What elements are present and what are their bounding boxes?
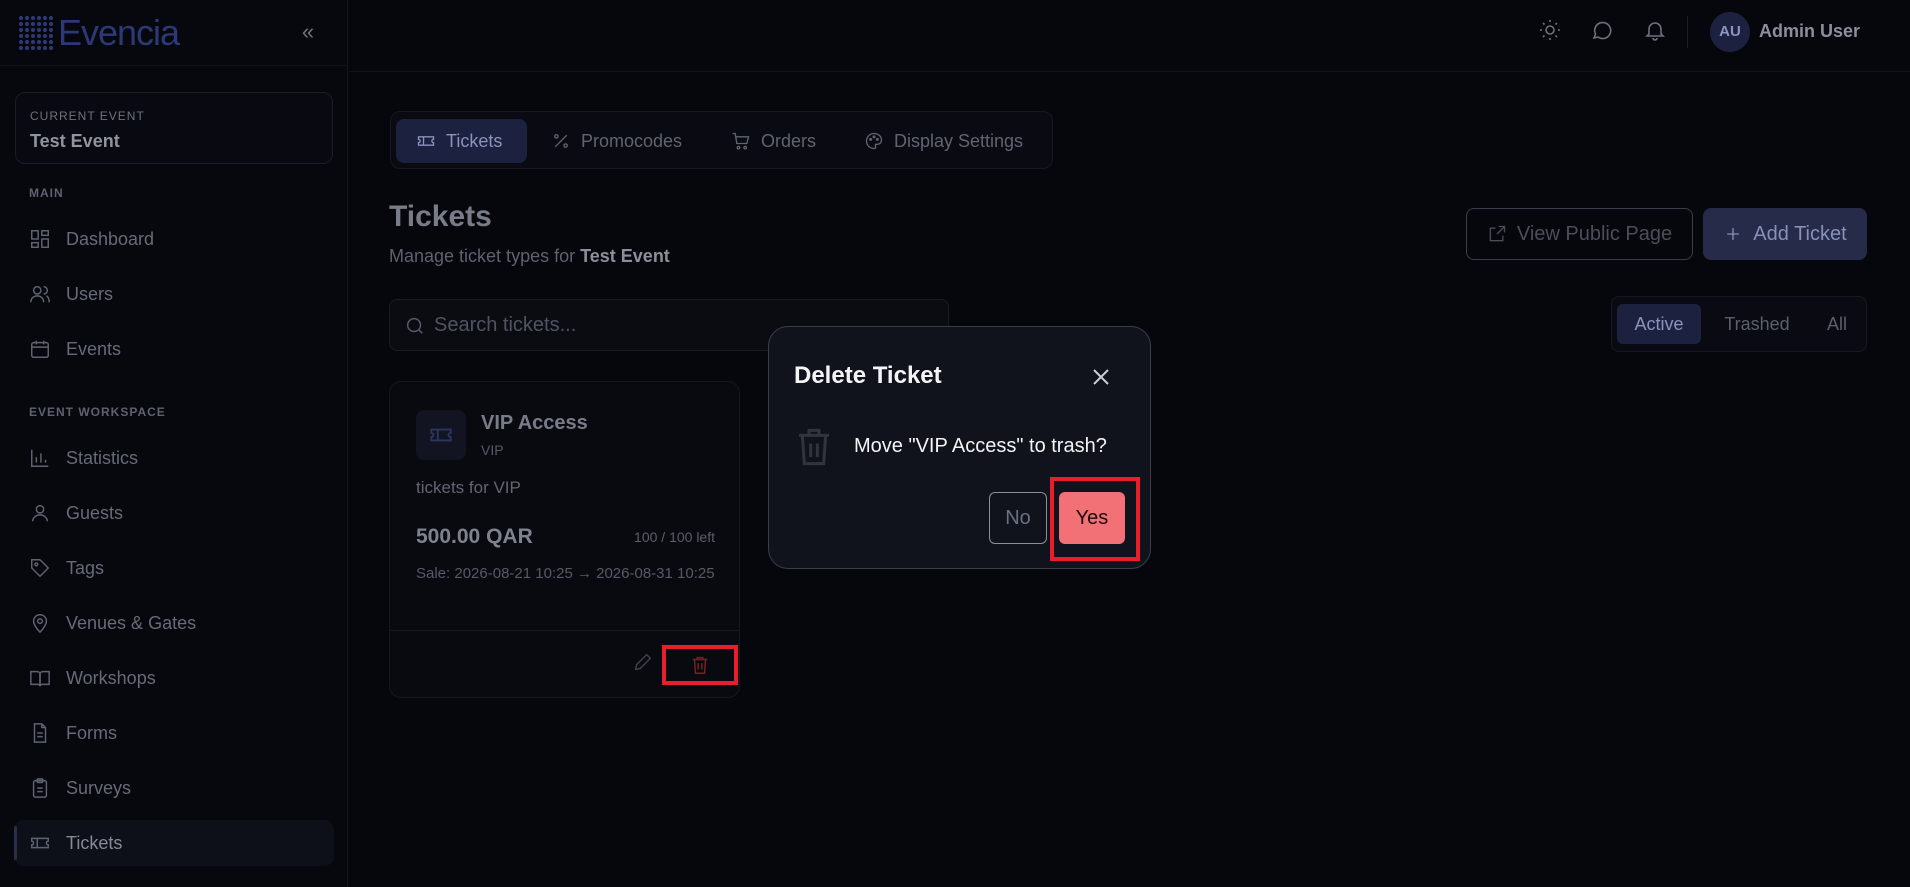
cart-icon xyxy=(732,132,750,150)
search-icon xyxy=(404,315,426,337)
current-event-label: CURRENT EVENT xyxy=(30,109,145,123)
sidebar-item-tags[interactable]: Tags xyxy=(14,545,334,591)
close-icon[interactable] xyxy=(1089,365,1113,389)
sidebar: Evencia « CURRENT EVENT Test Event MAIN … xyxy=(0,0,348,887)
dialog-title: Delete Ticket xyxy=(794,362,942,389)
no-button[interactable]: No xyxy=(989,492,1047,544)
ticket-icon xyxy=(417,136,435,146)
ticket-icon xyxy=(29,832,51,854)
calendar-icon xyxy=(29,338,51,360)
sidebar-item-label: Forms xyxy=(66,722,117,743)
app: Evencia « CURRENT EVENT Test Event MAIN … xyxy=(0,0,1910,887)
avatar[interactable]: AU xyxy=(1710,12,1750,52)
subtitle-event-name: Test Event xyxy=(580,246,670,266)
logo-row: Evencia « xyxy=(0,0,348,66)
sidebar-item-label: Users xyxy=(66,283,114,304)
chat-icon[interactable] xyxy=(1590,18,1614,42)
sidebar-item-label: Events xyxy=(66,338,122,359)
palette-icon xyxy=(865,132,883,150)
ticket-code: VIP xyxy=(481,442,504,458)
sidebar-item-events[interactable]: Events xyxy=(14,326,334,372)
sidebar-item-forms[interactable]: Forms xyxy=(14,710,334,756)
delete-ticket-dialog: Delete Ticket Move "VIP Access" to trash… xyxy=(768,326,1151,569)
external-link-icon xyxy=(1489,225,1506,242)
card-divider xyxy=(390,630,739,631)
tab-label: Promocodes xyxy=(581,130,683,151)
sidebar-item-statistics[interactable]: Statistics xyxy=(14,435,334,481)
topbar-divider xyxy=(1687,16,1688,48)
topbar: AU Admin User xyxy=(349,0,1910,72)
map-pin-icon xyxy=(29,612,51,634)
ticket-name: VIP Access xyxy=(481,412,588,434)
tab-display-settings[interactable]: Display Settings xyxy=(864,119,1044,163)
sidebar-item-tickets[interactable]: Tickets xyxy=(14,820,334,866)
tab-label: Display Settings xyxy=(894,130,1024,151)
page-subtitle: Manage ticket types for Test Event xyxy=(389,246,670,267)
plus-icon xyxy=(1727,228,1740,240)
dialog-message: Move "VIP Access" to trash? xyxy=(854,435,1107,457)
user-name[interactable]: Admin User xyxy=(1759,21,1860,42)
sidebar-item-label: Workshops xyxy=(66,667,156,688)
page-title: Tickets xyxy=(389,200,492,233)
clipboard-icon xyxy=(29,777,51,799)
sidebar-item-label: Statistics xyxy=(66,447,139,468)
current-event-card[interactable]: CURRENT EVENT Test Event xyxy=(15,92,333,164)
file-text-icon xyxy=(29,722,51,744)
sidebar-item-label: Tags xyxy=(66,557,105,578)
bar-chart-icon xyxy=(29,447,51,469)
brand-name: Evencia xyxy=(58,12,180,53)
sidebar-item-surveys[interactable]: Surveys xyxy=(14,765,334,811)
sidebar-item-dashboard[interactable]: Dashboard xyxy=(14,216,334,262)
ticket-availability: 100 / 100 left xyxy=(634,529,715,545)
tag-icon xyxy=(29,557,51,579)
sidebar-item-venues-gates[interactable]: Venues & Gates xyxy=(14,600,334,646)
main-section-label: MAIN xyxy=(29,186,64,200)
ticket-description: tickets for VIP xyxy=(416,478,521,497)
status-filter: Active Trashed All xyxy=(1611,296,1867,352)
subtitle-text: Manage ticket types for xyxy=(389,246,576,266)
book-icon xyxy=(29,667,51,689)
collapse-sidebar-icon[interactable]: « xyxy=(294,20,322,46)
delete-ticket-button[interactable] xyxy=(662,645,738,685)
trash-icon xyxy=(794,425,834,469)
theme-toggle-sun-icon[interactable] xyxy=(1538,18,1562,42)
sidebar-item-label: Tickets xyxy=(66,832,123,853)
user-icon xyxy=(29,502,51,524)
view-public-page-button[interactable]: View Public Page xyxy=(1466,208,1693,260)
tab-label: Orders xyxy=(761,130,817,151)
tab-tickets[interactable]: Tickets xyxy=(396,119,527,163)
percent-icon xyxy=(554,134,568,148)
tab-label: Tickets xyxy=(446,130,503,151)
tab-promocodes[interactable]: Promocodes xyxy=(551,119,711,163)
tab-orders[interactable]: Orders xyxy=(731,119,831,163)
logo-mark-icon xyxy=(18,15,54,51)
brand-logo[interactable]: Evencia xyxy=(18,12,180,54)
sidebar-item-workshops[interactable]: Workshops xyxy=(14,655,334,701)
add-ticket-label: Add Ticket xyxy=(1753,222,1847,245)
filter-active[interactable]: Active xyxy=(1617,304,1701,344)
yes-button[interactable]: Yes xyxy=(1059,492,1125,544)
sidebar-item-users[interactable]: Users xyxy=(14,271,334,317)
edit-pencil-icon[interactable] xyxy=(632,651,654,673)
workspace-section-label: EVENT WORKSPACE xyxy=(29,405,166,419)
view-public-page-label: View Public Page xyxy=(1516,222,1673,245)
ticket-price: 500.00 QAR xyxy=(416,525,533,548)
sidebar-item-label: Dashboard xyxy=(66,228,155,249)
dashboard-icon xyxy=(29,228,51,250)
ticket-card[interactable]: VIP Access VIP tickets for VIP 500.00 QA… xyxy=(389,381,740,698)
sidebar-item-label: Surveys xyxy=(66,777,132,798)
current-event-name: Test Event xyxy=(30,131,120,151)
section-tabs: Tickets Promocodes Orders Display Settin… xyxy=(390,111,1053,169)
ticket-sale-period: Sale: 2026-08-21 10:25 → 2026-08-31 10:2… xyxy=(416,565,715,582)
sidebar-item-guests[interactable]: Guests xyxy=(14,490,334,536)
filter-trashed[interactable]: Trashed xyxy=(1711,304,1803,344)
ticket-icon xyxy=(416,410,466,460)
filter-all[interactable]: All xyxy=(1812,304,1862,344)
add-ticket-button[interactable]: Add Ticket xyxy=(1703,208,1867,260)
sidebar-item-label: Venues & Gates xyxy=(66,612,197,633)
sidebar-item-label: Guests xyxy=(66,502,124,523)
users-icon xyxy=(29,283,51,305)
bell-icon[interactable] xyxy=(1643,18,1667,42)
trash-icon xyxy=(692,656,708,674)
